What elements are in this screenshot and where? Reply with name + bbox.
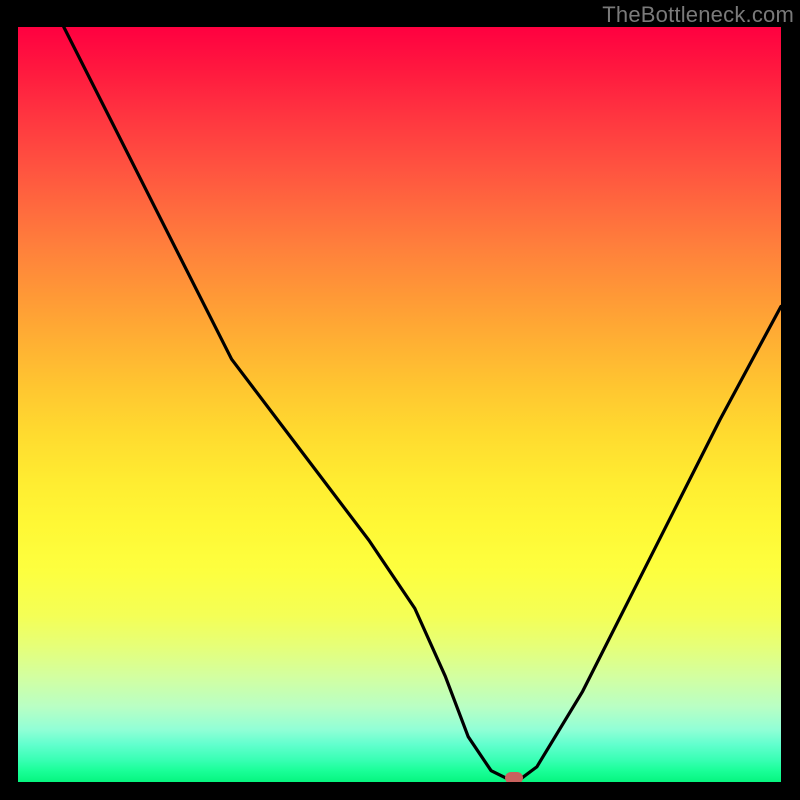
watermark-text: TheBottleneck.com xyxy=(602,2,794,28)
bottleneck-curve xyxy=(18,27,781,782)
chart-frame: TheBottleneck.com xyxy=(0,0,800,800)
optimum-marker xyxy=(505,772,523,782)
curve-path xyxy=(64,27,781,778)
plot-area xyxy=(18,27,781,782)
